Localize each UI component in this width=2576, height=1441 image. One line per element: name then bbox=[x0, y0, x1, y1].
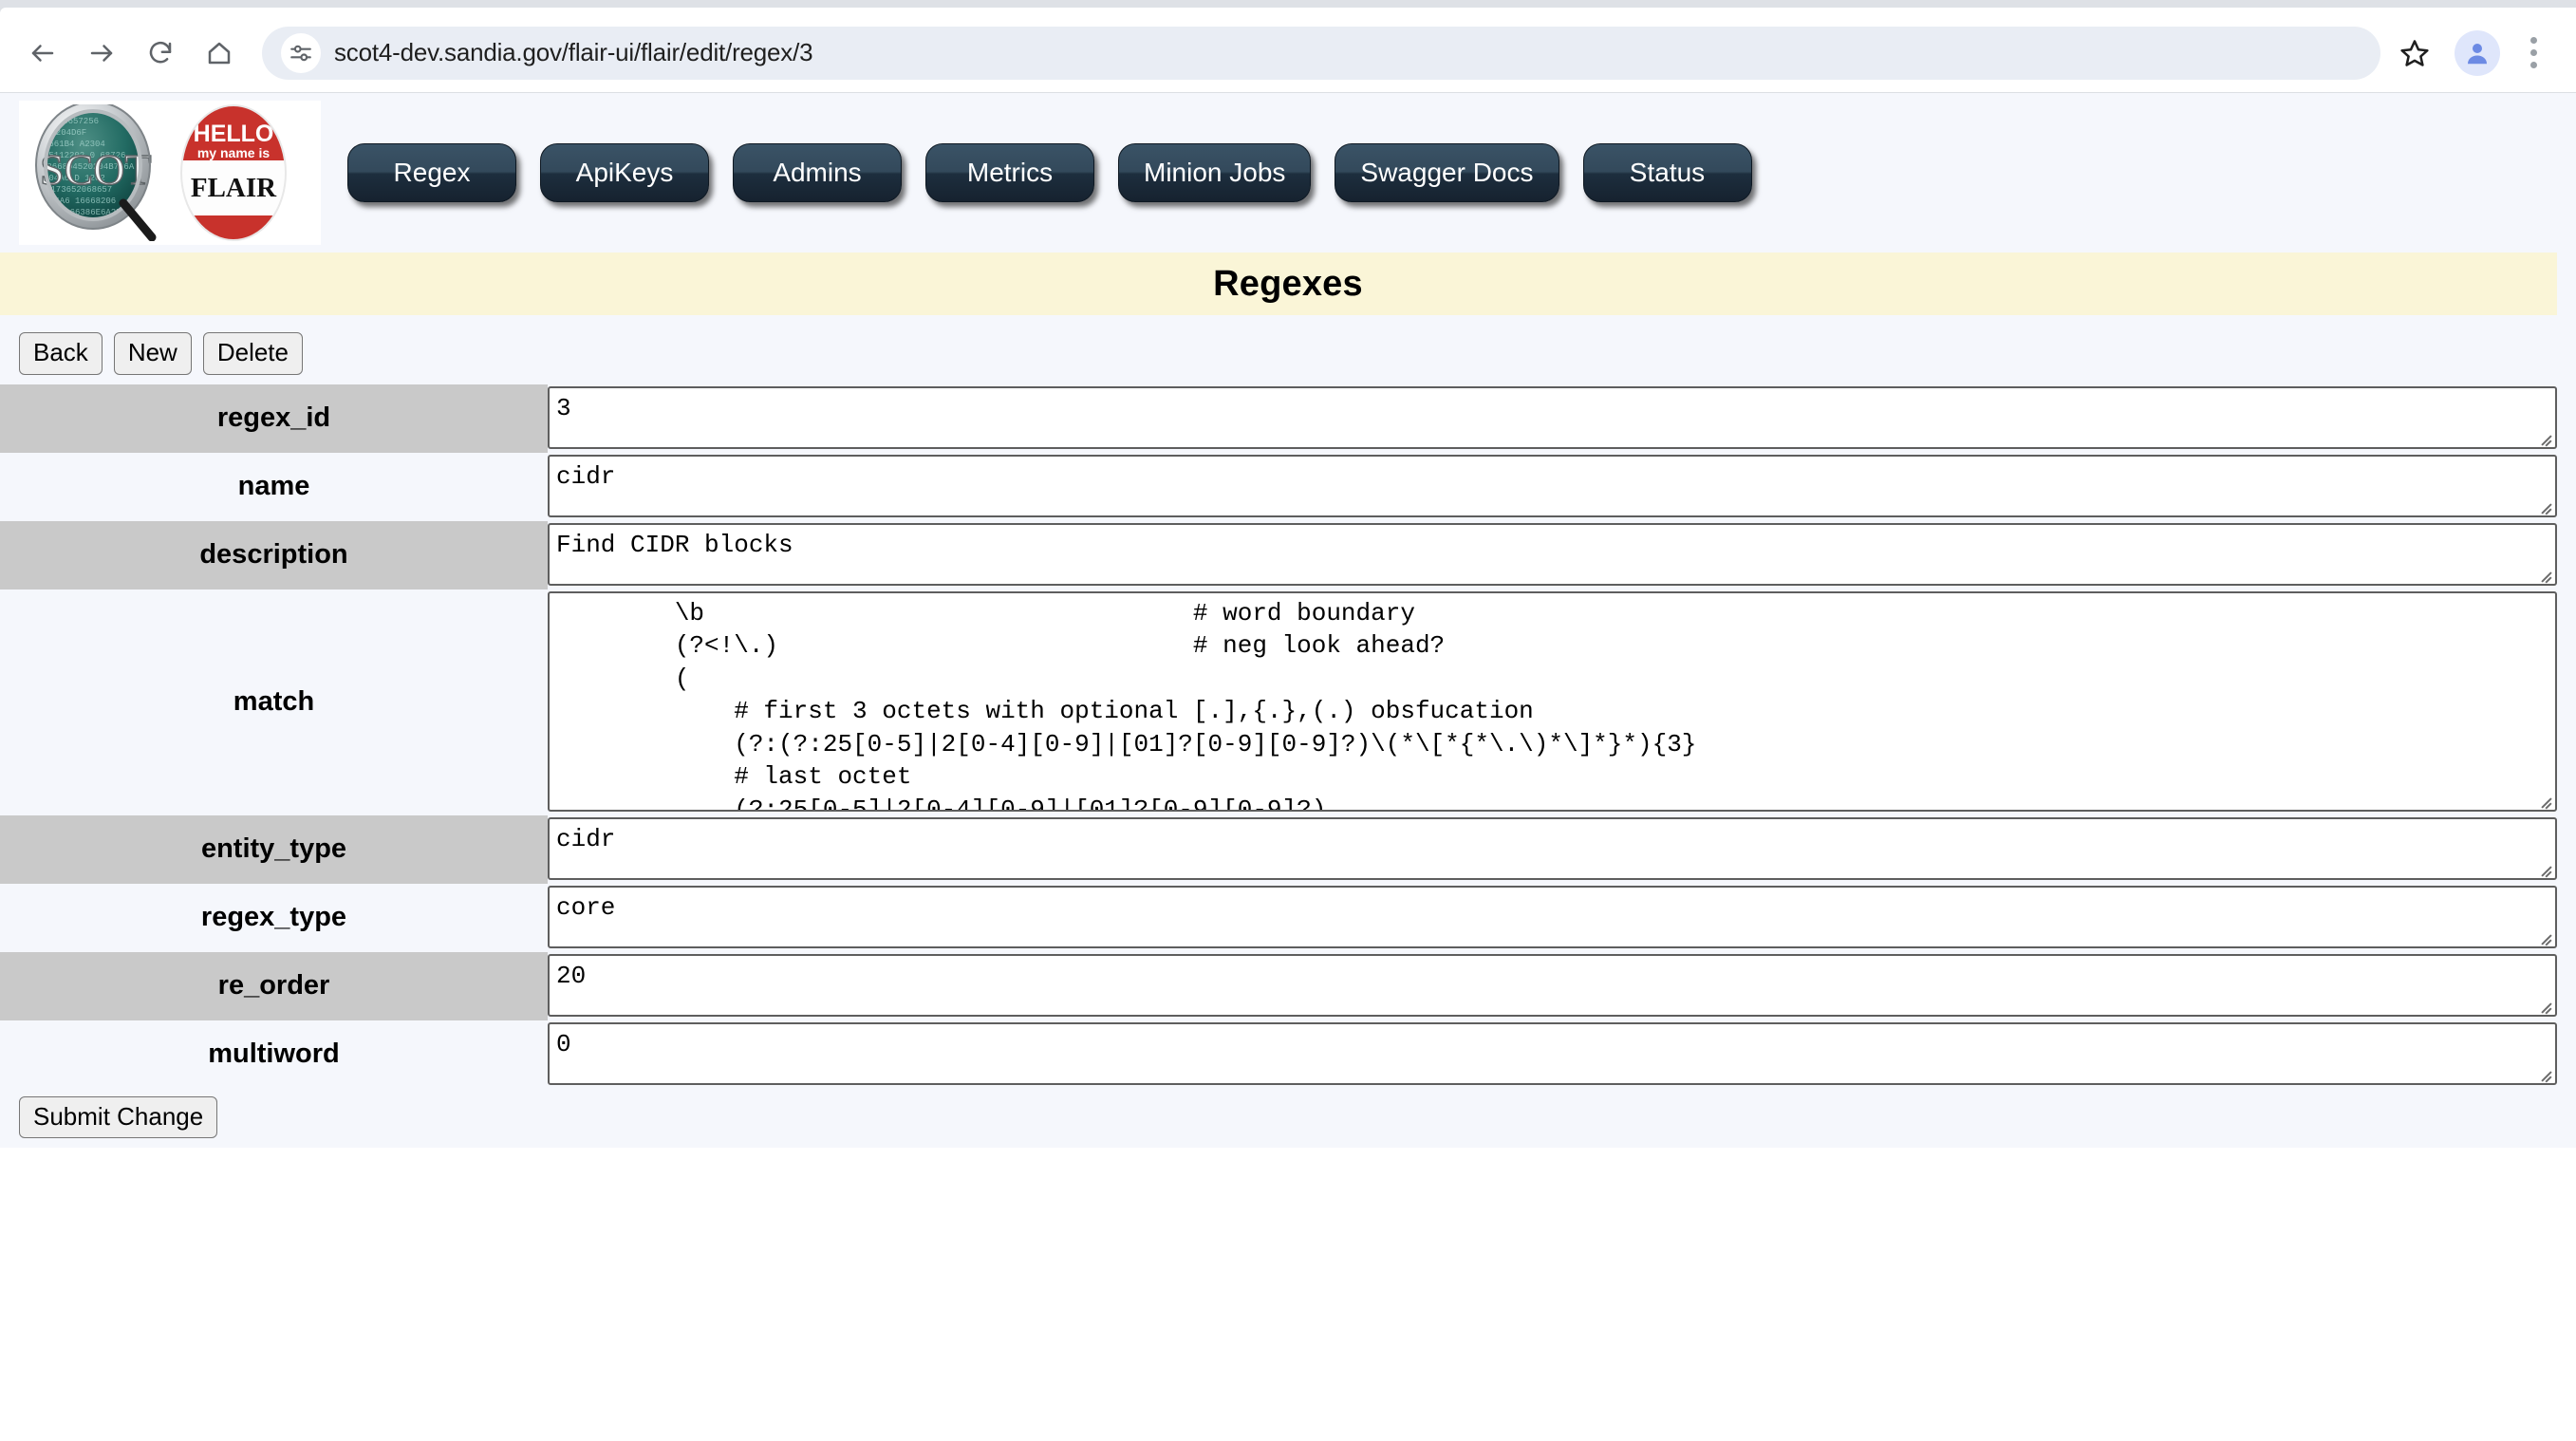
nav-item-metrics[interactable]: Metrics bbox=[925, 143, 1094, 202]
flair-logo-icon[interactable]: HELLO my name is FLAIR bbox=[161, 103, 306, 242]
field-cell: \b # word boundary (?<!\.) # neg look ah… bbox=[548, 589, 2557, 815]
multiword-input[interactable]: 0 bbox=[548, 1021, 2557, 1085]
forward-arrow-icon[interactable] bbox=[72, 24, 131, 83]
textarea-resize-grip[interactable] bbox=[2540, 500, 2553, 514]
form-row-regex-type: regex_type core bbox=[0, 883, 2557, 952]
textarea-resize-grip[interactable] bbox=[2540, 1000, 2553, 1013]
main-nav: Regex ApiKeys Admins Metrics Minion Jobs… bbox=[347, 143, 1752, 202]
site-settings-icon[interactable] bbox=[281, 32, 321, 73]
url-text: scot4-dev.sandia.gov/flair-ui/flair/edit… bbox=[334, 38, 813, 66]
field-cell: 20 bbox=[548, 951, 2557, 1020]
bookmark-star-icon[interactable] bbox=[2390, 28, 2439, 78]
form-row-re-order: re_order 20 bbox=[0, 951, 2557, 1020]
field-cell: Find CIDR blocks bbox=[548, 520, 2557, 590]
textarea-resize-grip[interactable] bbox=[2540, 863, 2553, 876]
reload-icon[interactable] bbox=[131, 24, 190, 83]
field-label: name bbox=[237, 471, 310, 502]
menu-dot bbox=[2529, 49, 2537, 56]
re-order-input[interactable]: 20 bbox=[548, 953, 2557, 1017]
nav-item-status[interactable]: Status bbox=[1582, 143, 1752, 202]
field-label: match bbox=[233, 686, 315, 718]
title-band: Regexes bbox=[0, 253, 2557, 315]
nav-item-regex[interactable]: Regex bbox=[347, 143, 516, 202]
tab-strip bbox=[0, 0, 2576, 13]
textarea-resize-grip[interactable] bbox=[2540, 432, 2553, 445]
nav-item-minion-jobs[interactable]: Minion Jobs bbox=[1118, 143, 1312, 202]
brand-logos: 2068657256 6A204D6F 1661B4 A2304 7511220… bbox=[19, 101, 321, 245]
action-toolbar: Back New Delete bbox=[19, 315, 2576, 384]
form-row-regex-id: regex_id 3 bbox=[0, 384, 2557, 453]
nav-item-swagger-docs[interactable]: Swagger Docs bbox=[1335, 143, 1559, 202]
regex-id-input[interactable]: 3 bbox=[548, 385, 2557, 449]
field-cell: cidr bbox=[548, 814, 2557, 884]
new-button[interactable]: New bbox=[113, 332, 192, 375]
three-dot-menu-icon[interactable] bbox=[2511, 27, 2555, 80]
regex-edit-form: regex_id 3 name cidr description Find CI… bbox=[0, 384, 2557, 1089]
textarea-resize-grip[interactable] bbox=[2540, 569, 2553, 582]
field-label: regex_type bbox=[200, 902, 347, 933]
submit-bar: Submit Change bbox=[19, 1088, 2576, 1149]
name-input[interactable]: cidr bbox=[548, 454, 2557, 517]
field-label: description bbox=[199, 539, 348, 571]
field-label: regex_id bbox=[216, 402, 331, 434]
field-cell: cidr bbox=[548, 452, 2557, 521]
svg-text:my name is: my name is bbox=[197, 145, 270, 160]
textarea-resize-grip[interactable] bbox=[2540, 1068, 2553, 1081]
entity-type-input[interactable]: cidr bbox=[548, 816, 2557, 880]
field-cell: 0 bbox=[548, 1020, 2557, 1089]
form-row-name: name cidr bbox=[0, 452, 2557, 521]
nav-item-apikeys[interactable]: ApiKeys bbox=[540, 143, 709, 202]
app-header: 2068657256 6A204D6F 1661B4 A2304 7511220… bbox=[19, 95, 2576, 253]
textarea-resize-grip[interactable] bbox=[2540, 931, 2553, 945]
nav-item-admins[interactable]: Admins bbox=[733, 143, 902, 202]
field-cell: 3 bbox=[548, 384, 2557, 453]
home-icon[interactable] bbox=[190, 24, 249, 83]
submit-change-button[interactable]: Submit Change bbox=[19, 1095, 218, 1139]
match-input[interactable]: \b # word boundary (?<!\.) # neg look ah… bbox=[548, 590, 2557, 812]
field-cell: core bbox=[548, 883, 2557, 952]
profile-avatar-icon[interactable] bbox=[2455, 29, 2500, 76]
field-label: re_order bbox=[217, 970, 330, 1001]
regex-type-input[interactable]: core bbox=[548, 885, 2557, 948]
textarea-resize-grip[interactable] bbox=[2540, 795, 2553, 808]
svg-text:HELLO: HELLO bbox=[194, 121, 274, 147]
back-arrow-icon[interactable] bbox=[13, 24, 72, 83]
back-button[interactable]: Back bbox=[19, 332, 103, 375]
form-row-match: match \b # word boundary (?<!\.) # neg l… bbox=[0, 589, 2557, 815]
svg-text:SCOT: SCOT bbox=[40, 145, 152, 194]
browser-chrome: scot4-dev.sandia.gov/flair-ui/flair/edit… bbox=[0, 0, 2576, 93]
menu-dot bbox=[2529, 37, 2537, 44]
form-row-multiword: multiword 0 bbox=[0, 1020, 2557, 1089]
address-bar[interactable]: scot4-dev.sandia.gov/flair-ui/flair/edit… bbox=[262, 26, 2380, 80]
menu-dot bbox=[2529, 62, 2537, 68]
form-row-description: description Find CIDR blocks bbox=[0, 520, 2557, 590]
page-title: Regexes bbox=[1213, 263, 1363, 304]
active-tab[interactable] bbox=[0, 8, 2576, 13]
description-input[interactable]: Find CIDR blocks bbox=[548, 522, 2557, 586]
browser-toolbar: scot4-dev.sandia.gov/flair-ui/flair/edit… bbox=[0, 13, 2576, 93]
form-row-entity-type: entity_type cidr bbox=[0, 814, 2557, 884]
scot-logo-icon[interactable]: 2068657256 6A204D6F 1661B4 A2304 7511220… bbox=[25, 101, 167, 242]
svg-text:FLAIR: FLAIR bbox=[191, 173, 277, 203]
field-label: multiword bbox=[208, 1039, 340, 1070]
delete-button[interactable]: Delete bbox=[202, 332, 303, 375]
page-body: 2068657256 6A204D6F 1661B4 A2304 7511220… bbox=[0, 93, 2576, 1149]
field-label: entity_type bbox=[200, 833, 347, 865]
